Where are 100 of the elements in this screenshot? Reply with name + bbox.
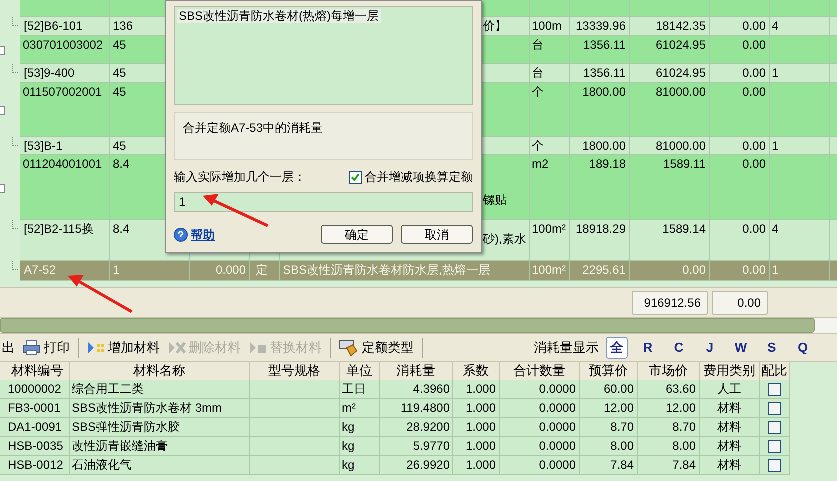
- table-cell: 1.000: [453, 456, 500, 474]
- quantity-cell: 45: [113, 139, 126, 153]
- table-cell: 0.0000: [500, 418, 580, 436]
- code-cell: [52]B6-101: [24, 19, 83, 33]
- table-cell: 材料: [700, 399, 760, 417]
- price-cell: 1800.00: [582, 139, 626, 153]
- table-cell: 0.00: [742, 263, 766, 277]
- table-cell: 材料: [700, 456, 760, 474]
- total-cell: 18142.35: [656, 19, 706, 33]
- quantity-cell: 8.4: [113, 222, 130, 236]
- table-cell: 0.0000: [500, 437, 580, 455]
- table-cell: SBS改性沥青防水卷材 3mm: [70, 399, 250, 417]
- total-cell: 81000.00: [656, 139, 706, 153]
- total-cell: 61024.95: [656, 38, 706, 52]
- table-cell: 0.0000: [500, 399, 580, 417]
- code-cell: [53]9-400: [24, 66, 75, 80]
- table-cell: 1: [772, 263, 779, 277]
- unit-cell: 台: [532, 66, 544, 80]
- table-cell: 1: [772, 139, 779, 153]
- table-cell: 8.70: [638, 418, 700, 436]
- total-cell: 1589.11: [664, 157, 706, 171]
- table-cell: 工日: [340, 380, 380, 398]
- table-cell: 定: [256, 263, 268, 277]
- unit-cell: 100m²: [532, 263, 566, 277]
- quantity-cell: 1: [113, 263, 120, 277]
- price-cell: 1356.11: [584, 38, 626, 52]
- quantity-cell: 45: [113, 66, 126, 80]
- price-cell: 2295.61: [582, 263, 626, 277]
- table-cell: m²: [340, 399, 380, 417]
- table-cell: 7.84: [638, 456, 700, 474]
- name-cell: 镙贴: [483, 193, 507, 207]
- code-cell: 030701003002: [23, 38, 104, 52]
- table-cell: 8.00: [580, 437, 638, 455]
- quantity-cell: 8.4: [113, 157, 130, 171]
- table-cell: 10000002: [6, 380, 70, 398]
- price-cell: 1356.11: [584, 66, 626, 80]
- unit-cell: 100m: [532, 19, 562, 33]
- table-cell: 63.60: [638, 380, 700, 398]
- table-cell: 0.00: [742, 157, 766, 171]
- table-cell: HSB-0035: [6, 437, 70, 455]
- table-cell: 0.0000: [500, 456, 580, 474]
- table-cell: 人工: [700, 380, 760, 398]
- table-cell: 7.84: [580, 456, 638, 474]
- table-cell: 12.00: [638, 399, 700, 417]
- table-cell: 1.000: [453, 399, 500, 417]
- unit-cell: 台: [532, 38, 544, 52]
- price-cell: 189.18: [589, 157, 626, 171]
- table-cell: 4.3960: [380, 380, 453, 398]
- total-cell: 1589.14: [662, 222, 706, 236]
- table-cell: 0.000: [216, 263, 246, 277]
- table-cell: 0.00: [742, 139, 766, 153]
- table-cell: 1.000: [453, 418, 500, 436]
- table-cell: 材料: [700, 437, 760, 455]
- table-cell: 0.00: [742, 85, 766, 99]
- quantity-cell: 136: [113, 19, 134, 33]
- total-cell: 81000.00: [656, 85, 706, 99]
- table-cell: 4: [772, 222, 779, 236]
- code-cell: 011507002001: [23, 85, 102, 99]
- name-cell: 价】: [483, 19, 507, 33]
- total-field: 916912.56: [632, 290, 708, 314]
- table-cell: 0.00: [742, 66, 766, 80]
- table-cell: 119.4800: [380, 399, 453, 417]
- table-cell: 材料: [700, 418, 760, 436]
- table-cell: 26.9920: [380, 456, 453, 474]
- table-cell: 8.70: [580, 418, 638, 436]
- info-text: 合并定额A7-53中的消耗量: [183, 120, 324, 137]
- table-cell: 综合用工二类: [70, 380, 250, 398]
- quantity-cell: 45: [113, 85, 126, 99]
- table-cell: kg: [340, 418, 380, 436]
- table-cell: 8.00: [638, 437, 700, 455]
- table-cell: kg: [340, 437, 380, 455]
- table-cell: 1.000: [453, 380, 500, 398]
- table-cell: 0.00: [742, 222, 766, 236]
- code-cell: [52]B2-115换: [24, 222, 94, 236]
- table-cell: 1: [772, 66, 779, 80]
- table-cell: 0.00: [742, 38, 766, 52]
- checkbox-label: 合并增减项换算定额: [365, 169, 473, 186]
- table-cell: SBS弹性沥青防水胶: [70, 418, 250, 436]
- table-cell: 0.00: [742, 19, 766, 33]
- price-cell: 1800.00: [582, 85, 626, 99]
- quantity-cell: 45: [113, 38, 126, 52]
- table-cell: HSB-0012: [6, 456, 70, 474]
- unit-cell: 个: [532, 139, 544, 153]
- table-cell: 4: [772, 19, 779, 33]
- total-cell: 61024.95: [656, 66, 706, 80]
- table-cell: 12.00: [580, 399, 638, 417]
- name-cell: 砂),素水: [483, 232, 526, 246]
- unit-cell: m2: [532, 157, 549, 171]
- filter-label: 消耗量显示: [534, 338, 599, 357]
- unit-cell: 100m²: [532, 222, 566, 236]
- name-cell: SBS改性沥青防水卷材防水层,热熔一层: [283, 263, 490, 277]
- table-cell: kg: [340, 456, 380, 474]
- price-cell: 13339.96: [576, 19, 626, 33]
- table-cell: FB3-0001: [6, 399, 70, 417]
- table-cell: 1.000: [453, 437, 500, 455]
- prompt-label: 输入实际增加几个一层：: [174, 169, 306, 186]
- table-cell: 28.9200: [380, 418, 453, 436]
- code-cell: [53]B-1: [24, 139, 63, 153]
- table-cell: 改性沥青嵌缝油膏: [70, 437, 250, 455]
- table-cell: DA1-0091: [6, 418, 70, 436]
